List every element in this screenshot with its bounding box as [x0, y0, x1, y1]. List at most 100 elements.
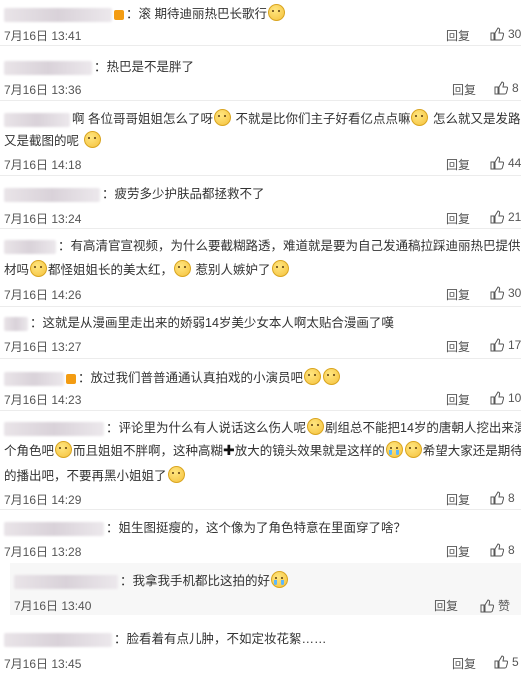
reply-button[interactable]: 回复: [446, 338, 470, 355]
comment-text: ：滚 期待迪丽热巴长歌行: [4, 4, 286, 23]
pout-emoji-icon: [271, 260, 289, 277]
sweat-emoji-icon: [271, 571, 289, 588]
comment-item: ：疲劳多少护肤品都拯救不了 7月16日 13:24 回复 21: [0, 176, 521, 227]
comment-text: ：热巴是不是胖了: [4, 58, 194, 76]
comment-item: ：这就是从漫画里走出来的娇弱14岁美少女本人啊太贴合漫画了嘆 7月16日 13:…: [0, 307, 521, 357]
timestamp: 7月16日 13:41: [4, 29, 82, 43]
pout-emoji-icon: [304, 368, 322, 385]
comment-text: ：我拿我手机都比这拍的好: [14, 571, 289, 590]
pout-emoji-icon: [307, 418, 325, 435]
timestamp: 7月16日 13:40: [14, 599, 92, 613]
nickname-blurred[interactable]: [4, 7, 112, 22]
like-count: 8: [512, 81, 519, 95]
nickname-blurred[interactable]: [4, 421, 104, 436]
comment-item: 啊 各位哥哥姐姐怎么了呀 不就是比你们主子好看亿点点嘛 怎么就又是发路透 又是截…: [0, 101, 521, 174]
like-button[interactable]: 赞: [480, 597, 510, 614]
nickname-blurred[interactable]: [14, 574, 118, 589]
smile-emoji-icon: [267, 4, 285, 21]
nickname-blurred[interactable]: [4, 239, 56, 254]
timestamp: 7月16日 13:24: [4, 212, 82, 226]
nickname-blurred[interactable]: [4, 187, 100, 202]
comment-item: ：有高清官宣视频，为什么要截糊路透，难道就是要为自己发通稿拉踩迪丽热巴提供素 材…: [0, 229, 521, 305]
reply-button[interactable]: 回复: [452, 81, 476, 98]
thumbs-up-icon: [490, 338, 504, 352]
like-button[interactable]: 8: [490, 491, 515, 505]
comment-text: 啊 各位哥哥姐姐怎么了呀 不就是比你们主子好看亿点点嘛 怎么就又是发路透: [4, 109, 521, 128]
sad-emoji-icon: [404, 441, 422, 458]
smile-emoji-icon: [83, 131, 101, 148]
reply-button[interactable]: 回复: [446, 391, 470, 408]
like-button[interactable]: 21: [490, 210, 521, 224]
reply-button[interactable]: 回复: [434, 597, 458, 614]
thumbs-up-icon: [490, 27, 504, 41]
nickname-blurred[interactable]: [4, 60, 92, 75]
like-count: 10: [508, 391, 521, 405]
like-count: 8: [508, 543, 515, 557]
thumbs-up-icon: [494, 655, 508, 669]
like-button[interactable]: 44: [490, 156, 521, 170]
pout-emoji-icon: [323, 368, 341, 385]
timestamp: 7月16日 13:28: [4, 545, 82, 559]
thumbs-up-icon: [490, 391, 504, 405]
thumbs-up-icon: [494, 81, 508, 95]
timestamp: 7月16日 14:18: [4, 158, 82, 172]
comment-item: ：评论里为什么有人说话这么伤人呢 剧组总不能把14岁的唐朝人挖出来演这 个角色吧而…: [0, 411, 521, 508]
comment-text: ：评论里为什么有人说话这么伤人呢 剧组总不能把14岁的唐朝人挖出来演这: [4, 418, 521, 437]
like-button[interactable]: 10: [490, 391, 521, 405]
reply-button[interactable]: 回复: [446, 156, 470, 173]
thumbs-up-icon: [490, 286, 504, 300]
like-button[interactable]: 30: [490, 27, 521, 41]
nickname-blurred[interactable]: [4, 521, 104, 536]
plus-icon: ✚: [223, 442, 235, 458]
reply-button[interactable]: 回复: [446, 543, 470, 560]
nickname-blurred[interactable]: [4, 371, 64, 386]
comment-item: ：热巴是不是胖了 7月16日 13:36 回复 8: [0, 46, 521, 99]
like-count: 8: [508, 491, 515, 505]
thumbs-up-icon: [490, 491, 504, 505]
like-count: 17: [508, 338, 521, 352]
like-label: 赞: [498, 599, 511, 613]
comment-item: ：滚 期待迪丽热巴长歌行 7月16日 13:41 回复 30: [0, 0, 521, 45]
timestamp: 7月16日 14:26: [4, 288, 82, 302]
comment-text: ：姐生图挺瘦的，这个像为了角色特意在里面穿了啥？: [4, 519, 406, 537]
nickname-blurred[interactable]: [4, 632, 112, 647]
timestamp: 7月16日 13:45: [4, 657, 82, 671]
comment-item: ：脸看着有点儿肿，不如定妆花絮…… 7月16日 13:45 回复 5: [0, 616, 521, 675]
comment-text-line2: 又是截图的呢: [4, 131, 102, 150]
like-count: 30: [508, 286, 521, 300]
reply-button[interactable]: 回复: [446, 27, 470, 44]
like-button[interactable]: 8: [490, 543, 515, 557]
smile-emoji-icon: [213, 109, 231, 126]
pout-emoji-icon: [167, 466, 185, 483]
badge-icon: [114, 9, 124, 20]
like-button[interactable]: 17: [490, 338, 521, 352]
smile-emoji-icon: [174, 260, 192, 277]
timestamp: 7月16日 13:36: [4, 83, 82, 97]
nickname-blurred[interactable]: [4, 112, 70, 127]
comment-text-line2: 材吗 都怪姐姐长的美太红， 惹别人嫉妒了: [4, 260, 290, 279]
badge-icon: [66, 373, 76, 384]
reply-comment-item: ：我拿我手机都比这拍的好 7月16日 13:40 回复 赞: [10, 563, 521, 615]
smile-emoji-icon: [411, 109, 429, 126]
like-button[interactable]: 5: [494, 655, 519, 669]
reply-button[interactable]: 回复: [446, 210, 470, 227]
comment-text-line2: 个角色吧而且姐姐不胖啊，这种高糊✚放大的镜头效果就是这样的希望大家还是期待剧: [4, 441, 521, 458]
timestamp: 7月16日 14:29: [4, 493, 82, 507]
thumbs-up-icon: [490, 156, 504, 170]
nickname-blurred[interactable]: [4, 316, 28, 331]
like-button[interactable]: 8: [494, 81, 519, 95]
reply-button[interactable]: 回复: [446, 491, 470, 508]
thumbs-up-icon: [480, 598, 494, 612]
thumbs-up-icon: [490, 210, 504, 224]
like-count: 5: [512, 655, 519, 669]
comment-text: ：这就是从漫画里走出来的娇弱14岁美少女本人啊太贴合漫画了嘆: [4, 314, 394, 332]
timestamp: 7月16日 14:23: [4, 393, 82, 407]
comment-text-line3: 的播出吧，不要再黑小姐姐了: [4, 466, 186, 485]
like-button[interactable]: 30: [490, 286, 521, 300]
comment-text: ：放过我们普普通通认真拍戏的小演员吧: [4, 368, 341, 387]
smile-emoji-icon: [55, 441, 73, 458]
reply-button[interactable]: 回复: [446, 286, 470, 303]
comment-item: ：姐生图挺瘦的，这个像为了角色特意在里面穿了啥？ 7月16日 13:28 回复 …: [0, 510, 521, 562]
timestamp: 7月16日 13:27: [4, 340, 82, 354]
reply-button[interactable]: 回复: [452, 655, 476, 672]
